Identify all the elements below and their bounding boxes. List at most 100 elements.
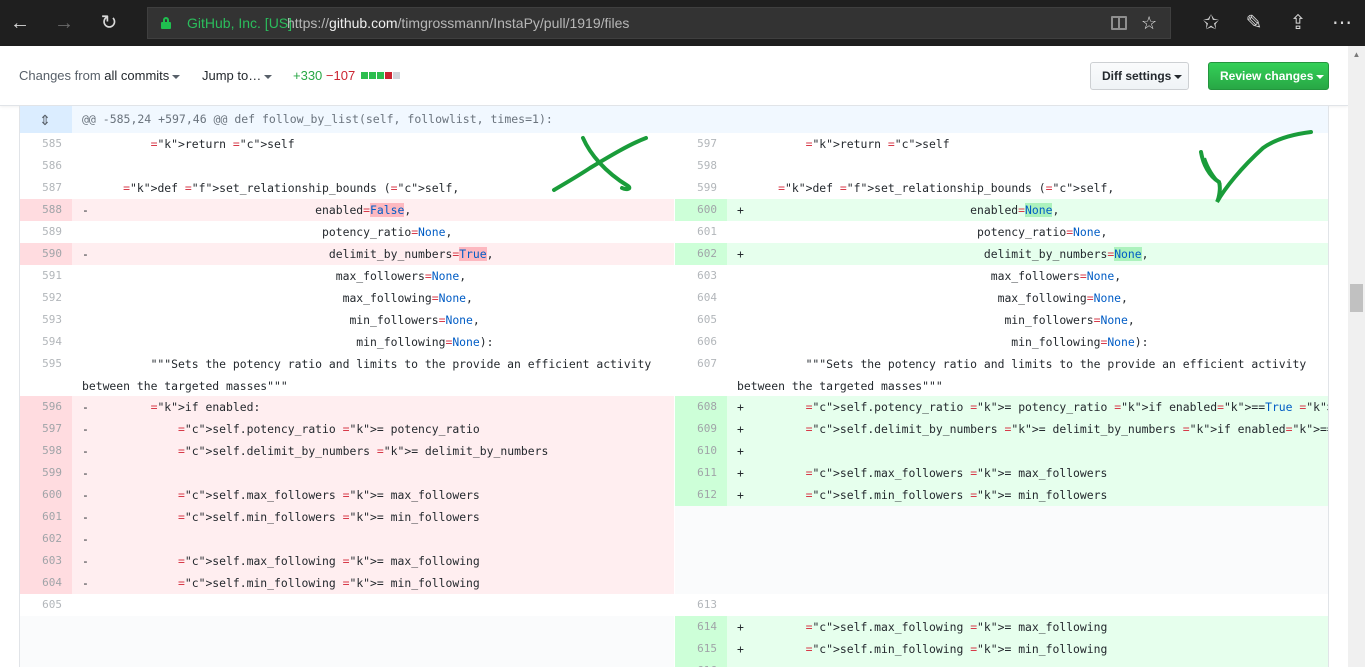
line-number[interactable]: 592 xyxy=(20,287,72,309)
diffstat-block xyxy=(385,72,392,79)
line-number[interactable]: 602 xyxy=(20,528,72,550)
line-number[interactable]: 599 xyxy=(675,177,727,199)
pen-icon[interactable]: ✎ xyxy=(1234,0,1274,46)
line-number[interactable]: 593 xyxy=(20,309,72,331)
back-icon[interactable]: ← xyxy=(0,0,40,46)
diff-line: 602- xyxy=(20,528,674,550)
site-identity[interactable]: GitHub, Inc. [US] xyxy=(187,8,292,39)
diff-line: 594 min_following=None): xyxy=(20,331,674,353)
chevron-down-icon xyxy=(264,74,273,79)
scroll-up-icon[interactable]: ▲ xyxy=(1348,46,1365,63)
line-number[interactable]: 595 xyxy=(20,353,72,396)
line-number[interactable]: 598 xyxy=(675,155,727,177)
line-number[interactable]: 605 xyxy=(20,594,72,616)
diff-line: 591 max_followers=None, xyxy=(20,265,674,287)
line-number[interactable]: 607 xyxy=(675,353,727,396)
line-sign xyxy=(82,335,89,349)
line-number[interactable]: 586 xyxy=(20,155,72,177)
line-number[interactable]: 588 xyxy=(20,199,72,221)
line-number[interactable]: 604 xyxy=(20,572,72,594)
line-number[interactable]: 596 xyxy=(20,396,72,418)
code-line: min_followers=None, xyxy=(727,309,1328,331)
diff-line: 610 + xyxy=(675,440,1328,462)
code-line: - xyxy=(72,462,674,484)
line-number[interactable]: 587 xyxy=(20,177,72,199)
code-line: min_following=None): xyxy=(72,331,674,353)
url-text[interactable]: https://github.com/timgrossmann/InstaPy/… xyxy=(287,8,629,39)
reading-view-icon[interactable] xyxy=(1111,16,1127,30)
code-line xyxy=(72,594,674,616)
line-number[interactable]: 611 xyxy=(675,462,727,484)
forward-icon[interactable]: → xyxy=(44,0,84,46)
address-bar[interactable]: GitHub, Inc. [US] https://github.com/tim… xyxy=(147,7,1171,39)
diff-line: 604 max_following=None, xyxy=(675,287,1328,309)
line-number[interactable]: 612 xyxy=(675,484,727,506)
refresh-icon[interactable]: ↻ xyxy=(89,0,129,46)
code-line: - delimit_by_numbers=True, xyxy=(72,243,674,265)
line-sign: - xyxy=(82,444,89,458)
line-sign xyxy=(82,313,89,327)
code-line: - xyxy=(72,528,674,550)
changes-from-menu[interactable]: Changes from all commits xyxy=(19,46,181,106)
line-sign: - xyxy=(82,422,89,436)
diff-line: 595 """Sets the potency ratio and limits… xyxy=(20,353,674,396)
line-number[interactable]: 609 xyxy=(675,418,727,440)
more-icon[interactable]: ⋯ xyxy=(1322,0,1362,46)
share-icon[interactable]: ⇪ xyxy=(1278,0,1318,46)
favorite-star-icon[interactable]: ☆ xyxy=(1141,8,1157,39)
line-sign: + xyxy=(737,620,744,634)
page-scrollbar[interactable]: ▲ xyxy=(1348,46,1365,667)
line-number[interactable]: 600 xyxy=(20,484,72,506)
line-number[interactable]: 599 xyxy=(20,462,72,484)
line-number[interactable]: 602 xyxy=(675,243,727,265)
line-sign: + xyxy=(737,642,744,656)
diff-line: 601 potency_ratio=None, xyxy=(675,221,1328,243)
line-number[interactable]: 613 xyxy=(675,594,727,616)
line-sign: - xyxy=(82,510,89,524)
line-number[interactable]: 594 xyxy=(20,331,72,353)
diff-line: 606 min_following=None): xyxy=(675,331,1328,353)
additions-count: +330 xyxy=(293,68,323,83)
code-line: min_following=None): xyxy=(727,331,1328,353)
line-number[interactable]: 601 xyxy=(675,221,727,243)
diff-line: 605 min_followers=None, xyxy=(675,309,1328,331)
code-line: + ="c">self.min_following ="k">= min_fol… xyxy=(727,638,1328,660)
line-number[interactable]: 590 xyxy=(20,243,72,265)
line-number[interactable]: 603 xyxy=(20,550,72,572)
scrollbar-thumb[interactable] xyxy=(1350,284,1363,312)
line-number[interactable]: 606 xyxy=(675,331,727,353)
line-number[interactable]: 597 xyxy=(20,418,72,440)
line-number[interactable]: 603 xyxy=(675,265,727,287)
line-sign: - xyxy=(82,203,89,217)
line-number[interactable]: 585 xyxy=(20,133,72,155)
line-number[interactable]: 597 xyxy=(675,133,727,155)
line-number[interactable]: 605 xyxy=(675,309,727,331)
line-number[interactable]: 608 xyxy=(675,396,727,418)
code-line: + xyxy=(727,660,1328,667)
favorites-list-icon[interactable]: ✩ xyxy=(1191,0,1231,46)
line-number[interactable]: 614 xyxy=(675,616,727,638)
line-sign xyxy=(82,137,89,151)
line-sign: + xyxy=(737,488,744,502)
jump-to-menu[interactable]: Jump to… xyxy=(202,46,273,106)
line-number[interactable]: 589 xyxy=(20,221,72,243)
line-sign xyxy=(737,137,744,151)
diff-settings-button[interactable]: Diff settings xyxy=(1090,62,1189,90)
line-number[interactable]: 616 xyxy=(675,660,727,667)
line-sign xyxy=(82,159,89,173)
line-number[interactable]: 615 xyxy=(675,638,727,660)
line-number[interactable]: 601 xyxy=(20,506,72,528)
line-sign xyxy=(82,181,89,195)
line-number[interactable]: 604 xyxy=(675,287,727,309)
diff-line: 592 max_following=None, xyxy=(20,287,674,309)
line-number[interactable]: 598 xyxy=(20,440,72,462)
diff-line: 605 xyxy=(20,594,674,616)
line-sign xyxy=(737,313,744,327)
review-changes-button[interactable]: Review changes xyxy=(1208,62,1329,90)
line-number[interactable]: 600 xyxy=(675,199,727,221)
line-sign: + xyxy=(737,203,744,217)
code-line: potency_ratio=None, xyxy=(72,221,674,243)
line-number[interactable]: 591 xyxy=(20,265,72,287)
line-number[interactable]: 610 xyxy=(675,440,727,462)
code-line: max_following=None, xyxy=(72,287,674,309)
